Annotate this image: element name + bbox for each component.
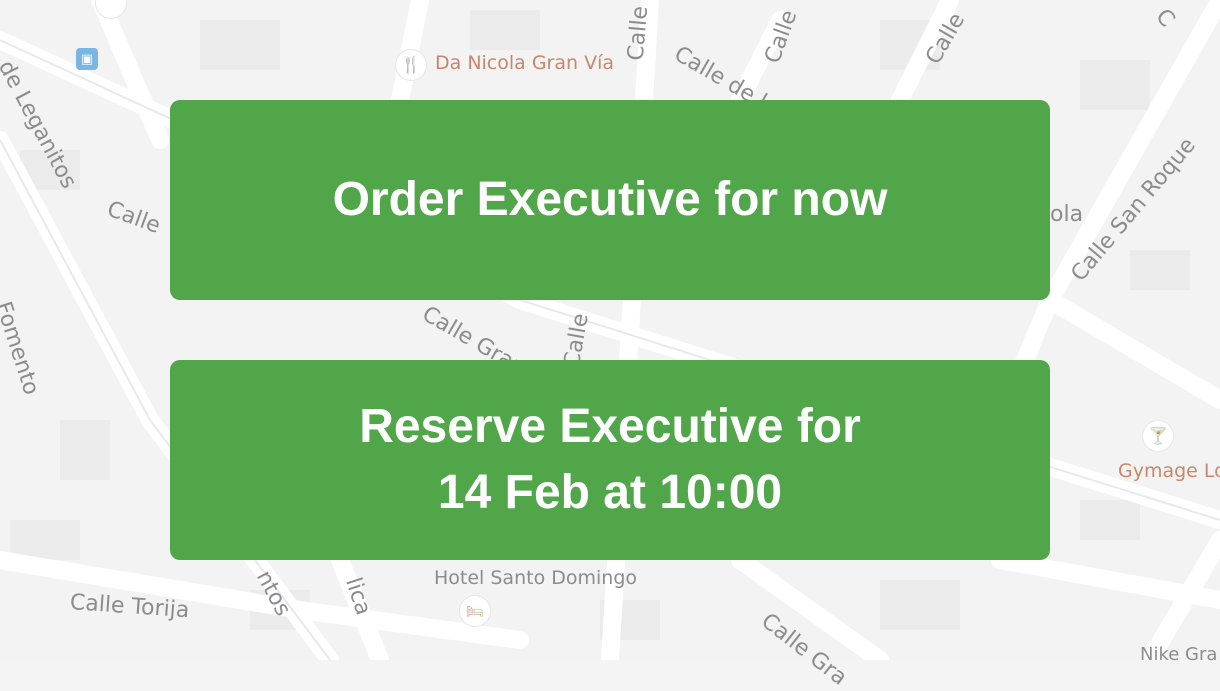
reserve-label-line1: Reserve Executive for (359, 400, 861, 453)
cocktail-glyph: 🍸 (1148, 428, 1168, 445)
order-now-button[interactable]: Order Executive for now (170, 100, 1050, 300)
reserve-button[interactable]: Reserve Executive for 14 Feb at 10:00 (170, 360, 1050, 560)
map-roads (0, 0, 1220, 669)
poi-label-bar[interactable]: Gymage Lo (1118, 460, 1220, 482)
poi-label-restaurant[interactable]: Da Nicola Gran Vía (435, 52, 614, 74)
reserve-label-line2: 14 Feb at 10:00 (437, 466, 783, 519)
cocktail-icon[interactable]: 🍸 (1143, 421, 1173, 451)
fork-knife-glyph: 🍴 (401, 57, 421, 74)
order-now-label: Order Executive for now (332, 173, 888, 226)
bed-glyph: 🛏 (466, 602, 484, 619)
map-background[interactable]: ▣ 🍴 Da Nicola Gran Vía de Leganitos Call… (0, 0, 1220, 691)
bed-icon[interactable]: 🛏 (460, 596, 490, 626)
street-label: Nike Gra (1140, 644, 1218, 665)
poi-label-hotel[interactable]: Hotel Santo Domingo (434, 567, 637, 589)
restaurant-icon[interactable]: 🍴 (396, 50, 426, 80)
bus-stop-icon[interactable]: ▣ (76, 48, 98, 70)
street-label: ola (1050, 202, 1084, 227)
street-label: Calle (623, 5, 654, 62)
